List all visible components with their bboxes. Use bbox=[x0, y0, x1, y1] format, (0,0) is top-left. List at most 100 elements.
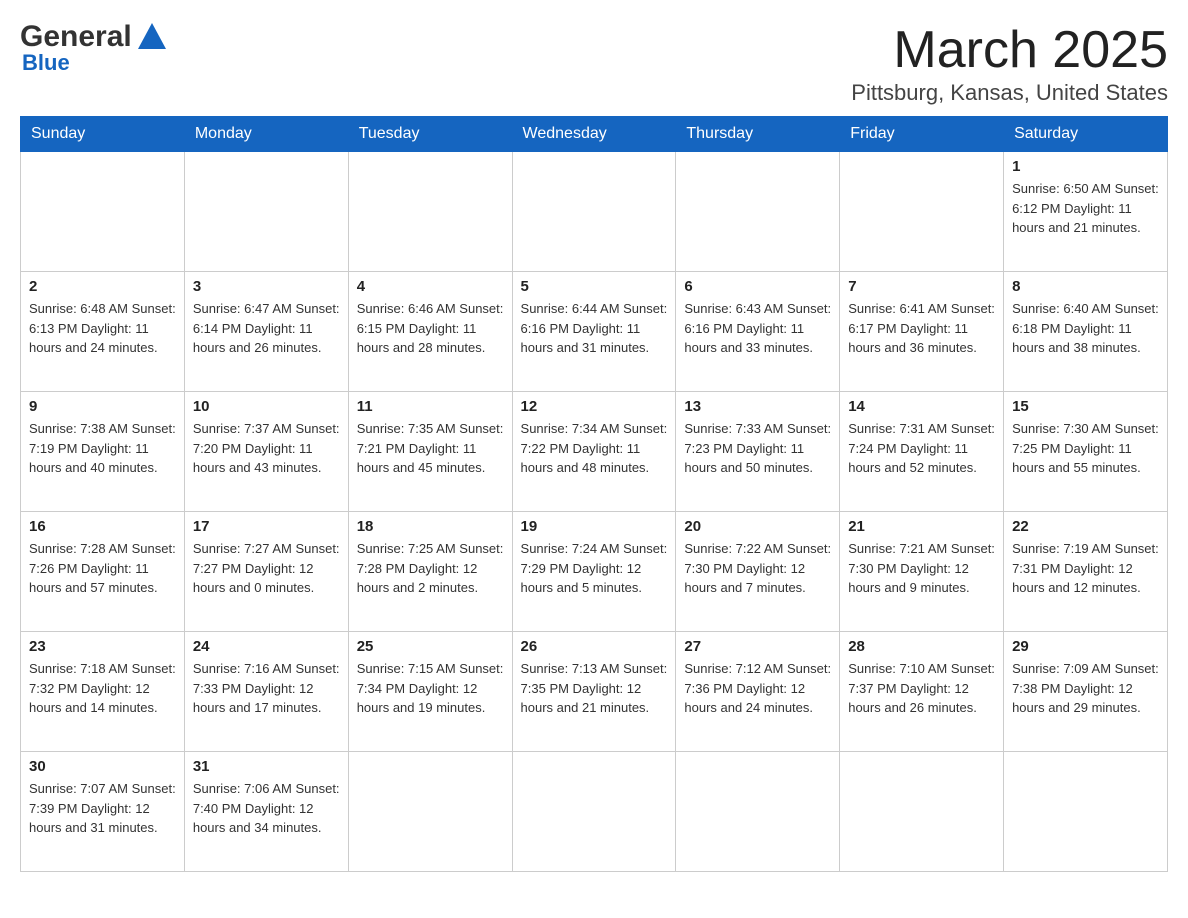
day-info: Sunrise: 7:38 AM Sunset: 7:19 PM Dayligh… bbox=[29, 419, 176, 478]
day-info: Sunrise: 7:09 AM Sunset: 7:38 PM Dayligh… bbox=[1012, 659, 1159, 718]
calendar-cell bbox=[676, 752, 840, 872]
day-number: 3 bbox=[193, 278, 340, 295]
day-number: 25 bbox=[357, 638, 504, 655]
weekday-header-sunday: Sunday bbox=[21, 117, 185, 152]
day-number: 1 bbox=[1012, 158, 1159, 175]
calendar-cell: 15 Sunrise: 7:30 AM Sunset: 7:25 PM Dayli… bbox=[1004, 392, 1168, 512]
calendar-week-row: 16Sunrise: 7:28 AM Sunset: 7:26 PM Dayli… bbox=[21, 512, 1168, 632]
day-number: 10 bbox=[193, 398, 340, 415]
calendar-cell bbox=[840, 152, 1004, 272]
day-info: Sunrise: 6:44 AM Sunset: 6:16 PM Dayligh… bbox=[521, 299, 668, 358]
day-number: 15 bbox=[1012, 398, 1159, 415]
calendar-cell: 16Sunrise: 7:28 AM Sunset: 7:26 PM Dayli… bbox=[21, 512, 185, 632]
day-info: Sunrise: 7:07 AM Sunset: 7:39 PM Dayligh… bbox=[29, 779, 176, 838]
calendar-cell: 10Sunrise: 7:37 AM Sunset: 7:20 PM Dayli… bbox=[184, 392, 348, 512]
calendar-cell: 11 Sunrise: 7:35 AM Sunset: 7:21 PM Dayli… bbox=[348, 392, 512, 512]
day-number: 12 bbox=[521, 398, 668, 415]
day-number: 22 bbox=[1012, 518, 1159, 535]
calendar-cell: 26Sunrise: 7:13 AM Sunset: 7:35 PM Dayli… bbox=[512, 632, 676, 752]
day-info: Sunrise: 7:31 AM Sunset: 7:24 PM Dayligh… bbox=[848, 419, 995, 478]
day-number: 5 bbox=[521, 278, 668, 295]
calendar-cell: 19Sunrise: 7:24 AM Sunset: 7:29 PM Dayli… bbox=[512, 512, 676, 632]
day-number: 11 bbox=[357, 398, 504, 415]
calendar-week-row: 2Sunrise: 6:48 AM Sunset: 6:13 PM Daylig… bbox=[21, 272, 1168, 392]
day-number: 6 bbox=[684, 278, 831, 295]
logo-blue-text: Blue bbox=[22, 50, 70, 76]
calendar-cell: 28Sunrise: 7:10 AM Sunset: 7:37 PM Dayli… bbox=[840, 632, 1004, 752]
calendar-cell: 3 Sunrise: 6:47 AM Sunset: 6:14 PM Daylig… bbox=[184, 272, 348, 392]
calendar-cell bbox=[348, 752, 512, 872]
day-info: Sunrise: 6:43 AM Sunset: 6:16 PM Dayligh… bbox=[684, 299, 831, 358]
calendar-cell: 6 Sunrise: 6:43 AM Sunset: 6:16 PM Daylig… bbox=[676, 272, 840, 392]
calendar-cell bbox=[512, 752, 676, 872]
day-info: Sunrise: 6:50 AM Sunset: 6:12 PM Dayligh… bbox=[1012, 179, 1159, 238]
day-number: 2 bbox=[29, 278, 176, 295]
calendar-cell: 14 Sunrise: 7:31 AM Sunset: 7:24 PM Dayli… bbox=[840, 392, 1004, 512]
day-number: 17 bbox=[193, 518, 340, 535]
day-number: 16 bbox=[29, 518, 176, 535]
day-number: 4 bbox=[357, 278, 504, 295]
day-info: Sunrise: 7:10 AM Sunset: 7:37 PM Dayligh… bbox=[848, 659, 995, 718]
calendar-cell: 18Sunrise: 7:25 AM Sunset: 7:28 PM Dayli… bbox=[348, 512, 512, 632]
calendar-cell: 17Sunrise: 7:27 AM Sunset: 7:27 PM Dayli… bbox=[184, 512, 348, 632]
logo-arrow-icon bbox=[138, 23, 166, 54]
day-info: Sunrise: 7:12 AM Sunset: 7:36 PM Dayligh… bbox=[684, 659, 831, 718]
calendar-cell: 25 Sunrise: 7:15 AM Sunset: 7:34 PM Dayli… bbox=[348, 632, 512, 752]
calendar-cell bbox=[676, 152, 840, 272]
day-info: Sunrise: 6:47 AM Sunset: 6:14 PM Dayligh… bbox=[193, 299, 340, 358]
calendar-cell bbox=[21, 152, 185, 272]
calendar-cell: 30 Sunrise: 7:07 AM Sunset: 7:39 PM Dayli… bbox=[21, 752, 185, 872]
calendar-cell bbox=[840, 752, 1004, 872]
day-info: Sunrise: 7:13 AM Sunset: 7:35 PM Dayligh… bbox=[521, 659, 668, 718]
day-info: Sunrise: 7:18 AM Sunset: 7:32 PM Dayligh… bbox=[29, 659, 176, 718]
calendar-cell: 27 Sunrise: 7:12 AM Sunset: 7:36 PM Dayli… bbox=[676, 632, 840, 752]
day-info: Sunrise: 6:46 AM Sunset: 6:15 PM Dayligh… bbox=[357, 299, 504, 358]
day-number: 24 bbox=[193, 638, 340, 655]
weekday-header-wednesday: Wednesday bbox=[512, 117, 676, 152]
day-info: Sunrise: 7:33 AM Sunset: 7:23 PM Dayligh… bbox=[684, 419, 831, 478]
weekday-header-saturday: Saturday bbox=[1004, 117, 1168, 152]
calendar-cell: 13Sunrise: 7:33 AM Sunset: 7:23 PM Dayli… bbox=[676, 392, 840, 512]
calendar-cell: 23 Sunrise: 7:18 AM Sunset: 7:32 PM Dayli… bbox=[21, 632, 185, 752]
calendar-week-row: 30 Sunrise: 7:07 AM Sunset: 7:39 PM Dayli… bbox=[21, 752, 1168, 872]
day-info: Sunrise: 7:34 AM Sunset: 7:22 PM Dayligh… bbox=[521, 419, 668, 478]
day-number: 14 bbox=[848, 398, 995, 415]
day-info: Sunrise: 7:21 AM Sunset: 7:30 PM Dayligh… bbox=[848, 539, 995, 598]
calendar-cell: 24 Sunrise: 7:16 AM Sunset: 7:33 PM Dayli… bbox=[184, 632, 348, 752]
day-info: Sunrise: 7:35 AM Sunset: 7:21 PM Dayligh… bbox=[357, 419, 504, 478]
header: General Blue March 2025 Pittsburg, Kansa… bbox=[20, 20, 1168, 106]
day-info: Sunrise: 7:19 AM Sunset: 7:31 PM Dayligh… bbox=[1012, 539, 1159, 598]
calendar-cell: 7Sunrise: 6:41 AM Sunset: 6:17 PM Daylig… bbox=[840, 272, 1004, 392]
day-info: Sunrise: 7:22 AM Sunset: 7:30 PM Dayligh… bbox=[684, 539, 831, 598]
calendar-week-row: 1 Sunrise: 6:50 AM Sunset: 6:12 PM Daylig… bbox=[21, 152, 1168, 272]
day-number: 9 bbox=[29, 398, 176, 415]
calendar-cell bbox=[348, 152, 512, 272]
day-info: Sunrise: 7:30 AM Sunset: 7:25 PM Dayligh… bbox=[1012, 419, 1159, 478]
calendar-week-row: 9 Sunrise: 7:38 AM Sunset: 7:19 PM Daylig… bbox=[21, 392, 1168, 512]
day-info: Sunrise: 7:24 AM Sunset: 7:29 PM Dayligh… bbox=[521, 539, 668, 598]
calendar-cell bbox=[1004, 752, 1168, 872]
location-title: Pittsburg, Kansas, United States bbox=[851, 80, 1168, 106]
month-title: March 2025 bbox=[851, 20, 1168, 80]
day-number: 23 bbox=[29, 638, 176, 655]
day-info: Sunrise: 7:16 AM Sunset: 7:33 PM Dayligh… bbox=[193, 659, 340, 718]
calendar-cell: 2Sunrise: 6:48 AM Sunset: 6:13 PM Daylig… bbox=[21, 272, 185, 392]
day-number: 31 bbox=[193, 758, 340, 775]
calendar-cell: 1 Sunrise: 6:50 AM Sunset: 6:12 PM Daylig… bbox=[1004, 152, 1168, 272]
calendar-cell: 22 Sunrise: 7:19 AM Sunset: 7:31 PM Dayli… bbox=[1004, 512, 1168, 632]
day-number: 20 bbox=[684, 518, 831, 535]
calendar-cell: 4 Sunrise: 6:46 AM Sunset: 6:15 PM Daylig… bbox=[348, 272, 512, 392]
calendar-cell: 5 Sunrise: 6:44 AM Sunset: 6:16 PM Daylig… bbox=[512, 272, 676, 392]
logo: General Blue bbox=[20, 20, 166, 76]
day-number: 7 bbox=[848, 278, 995, 295]
calendar-cell: 31Sunrise: 7:06 AM Sunset: 7:40 PM Dayli… bbox=[184, 752, 348, 872]
calendar-cell: 9 Sunrise: 7:38 AM Sunset: 7:19 PM Daylig… bbox=[21, 392, 185, 512]
calendar-cell: 21Sunrise: 7:21 AM Sunset: 7:30 PM Dayli… bbox=[840, 512, 1004, 632]
day-info: Sunrise: 7:15 AM Sunset: 7:34 PM Dayligh… bbox=[357, 659, 504, 718]
weekday-header-friday: Friday bbox=[840, 117, 1004, 152]
weekday-header-tuesday: Tuesday bbox=[348, 117, 512, 152]
day-number: 27 bbox=[684, 638, 831, 655]
day-number: 30 bbox=[29, 758, 176, 775]
calendar-cell: 8Sunrise: 6:40 AM Sunset: 6:18 PM Daylig… bbox=[1004, 272, 1168, 392]
calendar-cell: 29Sunrise: 7:09 AM Sunset: 7:38 PM Dayli… bbox=[1004, 632, 1168, 752]
